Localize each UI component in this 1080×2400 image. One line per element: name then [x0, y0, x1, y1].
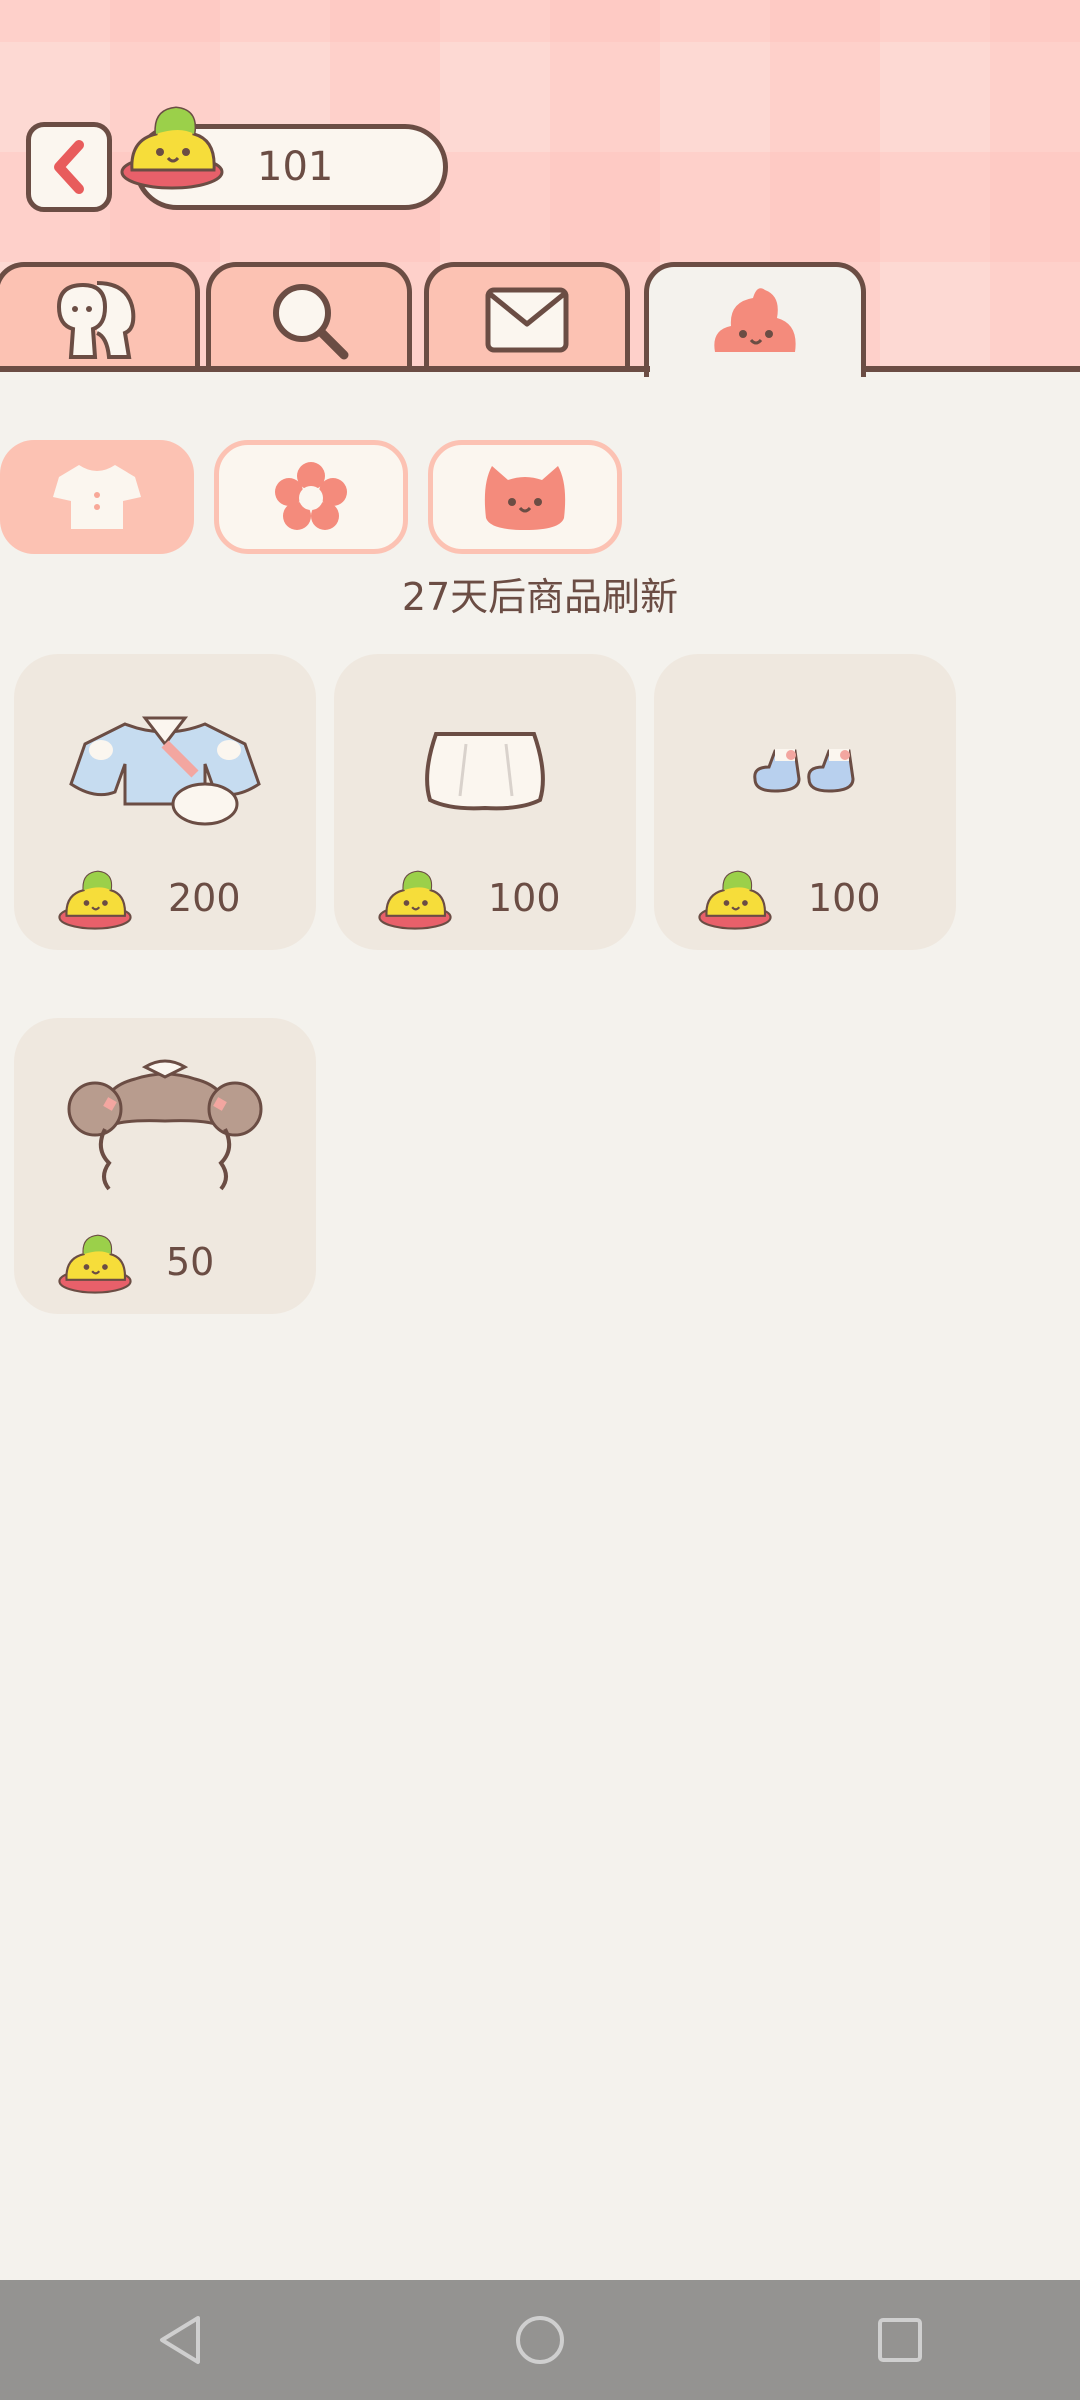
nav-home-button[interactable] — [480, 2280, 600, 2400]
hairstyle-image — [14, 1054, 316, 1204]
category-cat[interactable] — [428, 440, 622, 554]
poop-coin-icon — [58, 1230, 132, 1294]
refresh-countdown: 27天后商品刷新 — [401, 575, 679, 619]
flower-icon — [275, 462, 347, 530]
poop-coin-icon — [58, 866, 132, 930]
category-clothes[interactable] — [0, 440, 194, 554]
cat-face-icon — [484, 466, 566, 530]
item-card-outfit[interactable]: 200 — [14, 654, 316, 950]
item-card-skirt[interactable]: 100 — [334, 654, 636, 950]
shoes-image — [654, 694, 956, 844]
coin-balance: 101 — [257, 144, 334, 190]
poop-coin-icon — [378, 866, 452, 930]
search-icon — [273, 283, 349, 359]
outfit-image — [14, 694, 316, 844]
shirt-icon — [53, 465, 141, 529]
item-price: 100 — [488, 876, 561, 920]
home-circle-icon — [516, 2316, 564, 2364]
nav-back-button[interactable] — [120, 2280, 240, 2400]
poop-shop-icon — [714, 288, 796, 352]
tab-divider — [0, 366, 650, 372]
chevron-left-icon — [54, 140, 84, 194]
tab-mail[interactable] — [424, 262, 630, 372]
poop-coin-icon — [698, 866, 772, 930]
category-flower[interactable] — [214, 440, 408, 554]
tab-search[interactable] — [206, 262, 412, 372]
skirt-image — [334, 694, 636, 844]
item-price: 100 — [808, 876, 881, 920]
recents-square-icon — [878, 2318, 922, 2362]
item-card-shoes[interactable]: 100 — [654, 654, 956, 950]
poop-coin-icon — [120, 100, 224, 190]
tab-friends[interactable] — [0, 262, 200, 372]
friends-icon — [56, 280, 136, 359]
item-price: 200 — [168, 876, 241, 920]
item-price: 50 — [166, 1240, 215, 1284]
tab-divider-right — [862, 366, 1080, 372]
system-navigation-bar — [0, 2280, 1080, 2400]
item-card-hairstyle[interactable]: 50 — [14, 1018, 316, 1314]
tab-shop[interactable] — [644, 262, 866, 377]
back-triangle-icon — [160, 2316, 200, 2364]
nav-recents-button[interactable] — [840, 2280, 960, 2400]
mail-icon — [485, 287, 569, 352]
back-button[interactable] — [26, 122, 112, 212]
